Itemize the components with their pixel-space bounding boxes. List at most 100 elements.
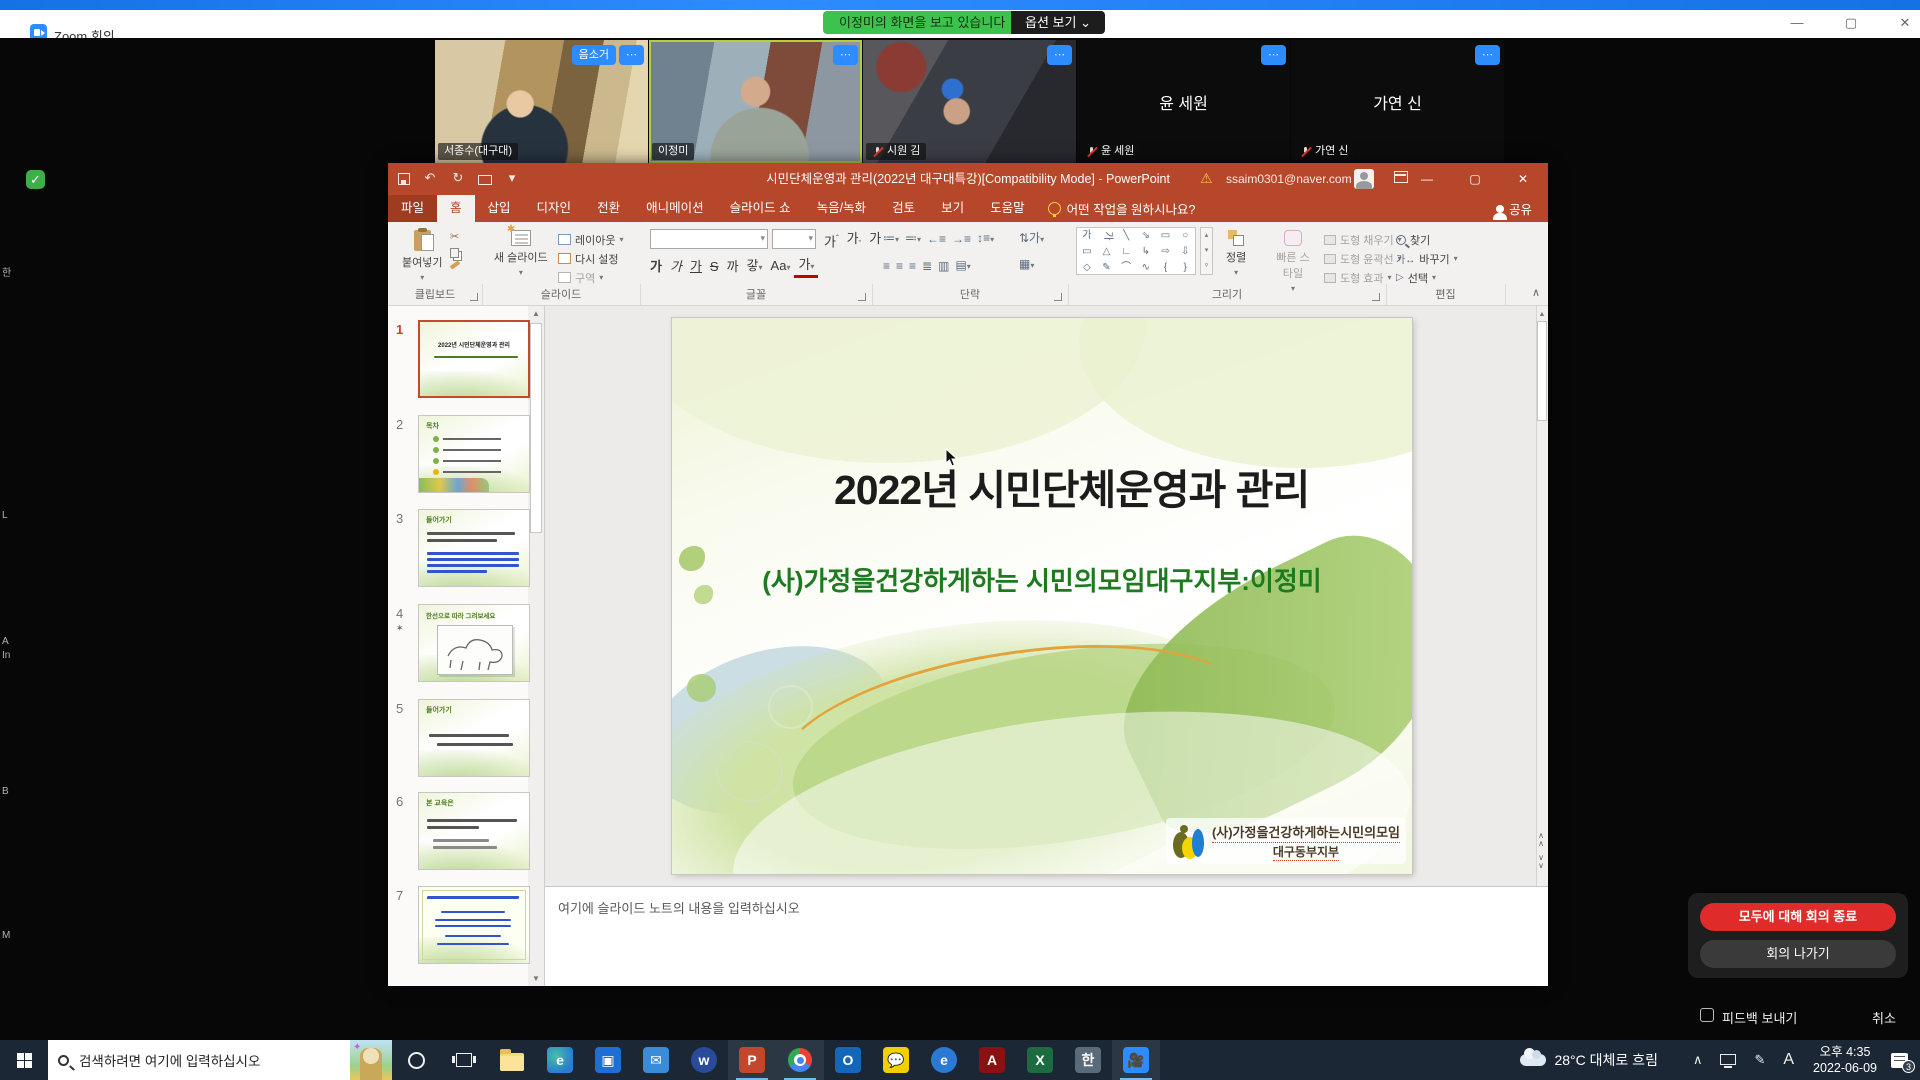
zoom-maximize-button[interactable]: ▢ <box>1838 12 1864 34</box>
find-button[interactable]: 찾기 <box>1396 230 1458 249</box>
font-size-combo[interactable] <box>772 229 816 249</box>
ppt-minimize-button[interactable]: — <box>1410 163 1444 195</box>
start-slideshow-icon[interactable] <box>478 175 492 185</box>
ppt-restore-button[interactable]: ▢ <box>1458 163 1492 195</box>
panel-scroll-down[interactable]: ▼ <box>528 971 544 986</box>
video-tile-participant-5[interactable]: ⋯ 가연 신 가연 신 <box>1291 40 1504 163</box>
paste-button[interactable]: 붙여넣기▾ <box>402 230 442 282</box>
slide-thumbnail-7[interactable] <box>418 886 530 964</box>
clipboard-dialog-launcher[interactable] <box>470 293 478 301</box>
shapes-gallery[interactable]: 가가╲⇘▭○ ▭△∟↳⇨⇩ ◇✎⌒∿{} <box>1076 227 1196 275</box>
layout-button[interactable]: 레이아웃▾ <box>558 230 624 249</box>
taskbar-whale-browser[interactable]: w <box>680 1040 728 1080</box>
decrease-indent-button[interactable]: ←≡ <box>924 230 949 249</box>
italic-button[interactable]: 가 <box>666 257 686 277</box>
grow-font-button[interactable]: 가ˆ <box>820 229 843 255</box>
notes-placeholder[interactable]: 여기에 슬라이드 노트의 내용을 입력하십시오 <box>558 898 800 917</box>
warning-icon[interactable]: ⚠ <box>1200 170 1213 187</box>
taskbar-photos[interactable]: ▣ <box>584 1040 632 1080</box>
more-options-button[interactable]: ⋯ <box>1261 45 1286 65</box>
cut-icon[interactable]: ✂ <box>450 230 460 243</box>
align-left-button[interactable]: ≡ <box>880 257 893 276</box>
previous-slide-button[interactable]: ∧∧ <box>1534 831 1548 847</box>
slide-thumbnail-1[interactable]: 2022년 시민단체운영과 관리 <box>418 320 530 398</box>
search-highlight-icon[interactable] <box>350 1040 392 1080</box>
tab-record[interactable]: 녹음/녹화 <box>804 195 879 222</box>
customize-qat-icon[interactable]: ▾ <box>504 170 520 186</box>
numbering-button[interactable]: ≕▾ <box>902 229 924 249</box>
taskbar-powerpoint[interactable]: P <box>728 1040 776 1080</box>
shape-fill-button[interactable]: 도형 채우기▾ <box>1324 230 1402 249</box>
shrink-font-button[interactable]: 가ˇ <box>843 229 866 255</box>
character-spacing-button[interactable]: 갛▾ <box>743 256 767 278</box>
task-view-button[interactable] <box>440 1040 488 1080</box>
notification-center-icon[interactable]: 3 <box>1891 1053 1908 1068</box>
cortana-button[interactable] <box>392 1040 440 1080</box>
increase-indent-button[interactable]: →≡ <box>949 230 974 249</box>
format-painter-icon[interactable] <box>450 260 460 269</box>
taskbar-hancom[interactable]: 한 <box>1064 1040 1112 1080</box>
zoom-close-button[interactable]: ✕ <box>1892 12 1918 34</box>
cancel-link[interactable]: 취소 <box>1872 1008 1896 1027</box>
scroll-up-arrow[interactable]: ▲ <box>1536 308 1548 322</box>
share-button[interactable]: 공유 <box>1480 195 1548 222</box>
tab-file[interactable]: 파일 <box>388 195 437 222</box>
reset-button[interactable]: 다시 설정 <box>558 249 624 268</box>
undo-icon[interactable]: ↶ <box>422 170 438 186</box>
align-right-button[interactable]: ≡ <box>906 257 919 276</box>
taskbar-kakaotalk[interactable]: 💬 <box>872 1040 920 1080</box>
powerpoint-titlebar[interactable]: 시민단체운영과 관리(2022년 대구대특강)[Compatibility Mo… <box>388 163 1548 195</box>
taskbar-acrobat[interactable]: A <box>968 1040 1016 1080</box>
slide-canvas[interactable]: 2022년 시민단체운영과 관리 (사)가정을건강하게하는 시민의모임대구지부:… <box>672 318 1412 874</box>
taskbar-search[interactable]: 검색하려면 여기에 입력하십시오 <box>48 1040 392 1080</box>
pen-icon[interactable]: ✎ <box>1745 1052 1774 1068</box>
align-text-button[interactable]: ▤▾ <box>952 256 973 276</box>
tab-insert[interactable]: 삽입 <box>475 195 524 222</box>
columns-button[interactable]: ▥ <box>935 257 952 276</box>
leave-meeting-button[interactable]: 회의 나가기 <box>1700 940 1896 968</box>
justify-button[interactable]: ≣ <box>919 257 935 276</box>
tab-review[interactable]: 검토 <box>879 195 928 222</box>
smartart-convert-button[interactable]: ▦▾ <box>1016 255 1047 275</box>
account-avatar[interactable] <box>1354 169 1374 189</box>
redo-icon[interactable]: ↻ <box>450 170 466 186</box>
view-options-button[interactable]: 옵션 보기 ⌄ <box>1011 11 1105 34</box>
ime-indicator[interactable]: A <box>1774 1051 1803 1069</box>
change-case-button[interactable]: Aa▾ <box>767 256 795 278</box>
tell-me-box[interactable]: 어떤 작업을 원하시나요? <box>1038 195 1206 222</box>
text-direction-button[interactable]: ⇅가▾ <box>1016 229 1047 249</box>
taskbar-edge[interactable]: e <box>536 1040 584 1080</box>
tab-animations[interactable]: 애니메이션 <box>633 195 717 222</box>
collapse-ribbon-button[interactable]: ∧ <box>1532 286 1540 299</box>
network-icon[interactable] <box>1711 1053 1745 1068</box>
mute-button[interactable]: 음소거 <box>572 45 616 65</box>
taskbar-mail[interactable]: ✉ <box>632 1040 680 1080</box>
slide-thumbnail-2[interactable]: 목차 <box>418 415 530 493</box>
font-name-combo[interactable] <box>650 229 768 249</box>
video-tile-participant-2[interactable]: ⋯ 이정미 <box>649 40 862 163</box>
taskbar-internet-explorer[interactable]: e <box>920 1040 968 1080</box>
more-options-button[interactable]: ⋯ <box>1475 45 1500 65</box>
line-spacing-button[interactable]: ↕≡▾ <box>974 229 997 249</box>
show-hidden-icons[interactable]: ∧ <box>1684 1052 1712 1068</box>
panel-scroll-up[interactable]: ▲ <box>528 306 544 321</box>
slide-thumbnail-4[interactable]: 한선으로 따라 그려보세요 <box>418 604 530 682</box>
tab-help[interactable]: 도움말 <box>977 195 1038 222</box>
shapes-scrollbar[interactable]: ▴▾▿ <box>1200 227 1213 275</box>
tab-design[interactable]: 디자인 <box>524 195 585 222</box>
weather-cloud-icon[interactable] <box>1520 1054 1546 1066</box>
video-tile-participant-4[interactable]: ⋯ 윤 세원 윤 세원 <box>1077 40 1290 163</box>
quick-styles-button[interactable]: 빠른 스타일▾ <box>1272 230 1314 293</box>
taskbar-outlook[interactable]: O <box>824 1040 872 1080</box>
slide-title[interactable]: 2022년 시민단체운영과 관리 <box>746 456 1397 516</box>
taskbar-chrome[interactable] <box>776 1040 824 1080</box>
video-tile-participant-3[interactable]: ⋯ 시원 김 <box>863 40 1076 163</box>
new-slide-button[interactable]: 새 슬라이드▾ <box>494 230 548 277</box>
font-dialog-launcher[interactable] <box>858 293 866 301</box>
next-slide-button[interactable]: ∨∨ <box>1534 853 1548 869</box>
select-button[interactable]: ▷선택▾ <box>1396 268 1458 287</box>
save-icon[interactable] <box>398 173 410 185</box>
taskbar-zoom[interactable]: 🎥 <box>1112 1040 1160 1080</box>
taskbar-file-explorer[interactable] <box>488 1040 536 1080</box>
tab-view[interactable]: 보기 <box>928 195 977 222</box>
